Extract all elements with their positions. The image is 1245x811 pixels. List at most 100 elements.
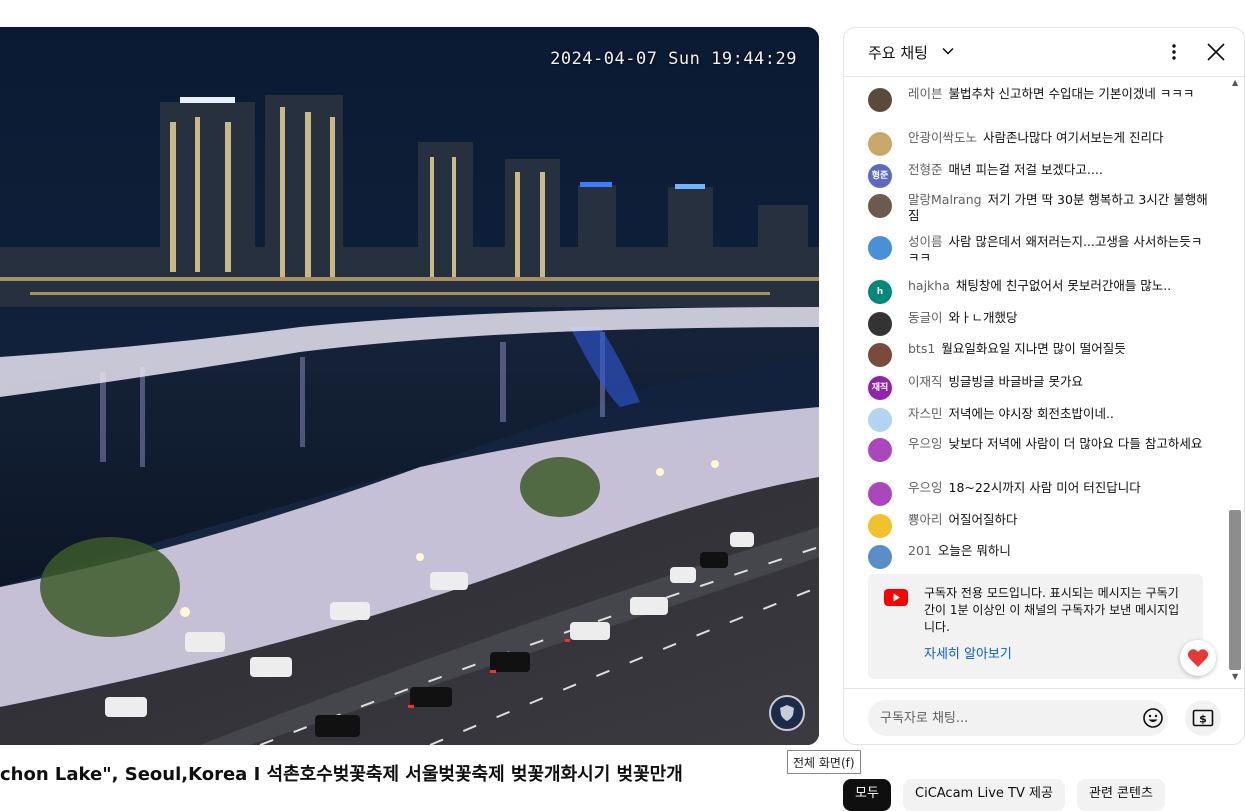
chip-related[interactable]: 관련 콘텐츠 [1077, 779, 1165, 811]
message-author[interactable]: 말랑Malrang [908, 192, 982, 207]
heart-icon [1187, 649, 1209, 667]
message-text: 저녁에는 야시장 회전초밥이네.. [948, 406, 1114, 421]
youtube-logo-icon [884, 589, 908, 606]
message-author[interactable]: 안광이싹도노 [908, 130, 977, 145]
chat-message: 성이름 사람 많은데서 왜저러는지...고생을 사서하는듯ㅋㅋㅋ [868, 234, 1208, 266]
chat-input-area: $ [844, 688, 1244, 744]
chat-message: 형준 전형준 매년 피는걸 저걸 보겠다고.... [868, 162, 1208, 188]
chat-message: 201 오늘은 뭐하니 [868, 543, 1208, 569]
subscriber-only-notice: 구독자 전용 모드입니다. 표시되는 메시지는 구독기간이 1분 이상인 이 채… [868, 574, 1203, 679]
message-author[interactable]: hajkha [908, 278, 950, 293]
scroll-up-arrow-icon[interactable]: ▲ [1232, 78, 1238, 87]
message-body: 안광이싹도노 사람존나많다 여기서보는게 진리다 [908, 130, 1208, 146]
chat-message: 뿅아리 어질어질하다 [868, 512, 1208, 538]
message-author[interactable]: 레이븐 [908, 86, 943, 101]
message-body: 우으잉 18~22시까지 사람 미어 터진답니다 [908, 480, 1208, 496]
svg-text:$: $ [1199, 713, 1207, 726]
avatar-initials: 재직 [871, 383, 889, 393]
message-author[interactable]: 자스민 [908, 406, 943, 421]
chat-message: h hajkha 채팅창에 친구없어서 못보러간애들 많노.. [868, 278, 1208, 304]
chat-message: 우으잉 18~22시까지 사람 미어 터진답니다 [868, 480, 1208, 506]
chat-message: 재직 이재직 빙글빙글 바글바글 못가요 [868, 374, 1208, 400]
live-chat-panel: 주요 채팅 레이븐 불법추차 신고하면 수입대는 기본이겠네 ㅋㅋㅋ 안광이싹도노 사… [843, 27, 1245, 745]
message-text: 18~22시까지 사람 미어 터진답니다 [948, 480, 1141, 495]
message-author[interactable]: 동글이 [908, 310, 943, 325]
fullscreen-tooltip: 전체 화면(f) [787, 750, 861, 774]
avatar[interactable] [868, 194, 892, 218]
scroll-down-arrow-icon[interactable]: ▼ [1232, 672, 1238, 681]
message-body: 뿅아리 어질어질하다 [908, 512, 1208, 528]
message-author[interactable]: 201 [908, 543, 932, 558]
message-author[interactable]: 우으잉 [908, 480, 943, 495]
avatar[interactable] [868, 482, 892, 506]
message-body: 이재직 빙글빙글 바글바글 못가요 [908, 374, 1208, 390]
message-body: 성이름 사람 많은데서 왜저러는지...고생을 사서하는듯ㅋㅋㅋ [908, 234, 1208, 266]
message-body: hajkha 채팅창에 친구없어서 못보러간애들 많노.. [908, 278, 1208, 294]
avatar[interactable] [868, 545, 892, 569]
channel-watermark-icon[interactable] [769, 695, 805, 731]
avatar-initials: h [876, 287, 884, 297]
avatar[interactable]: h [868, 280, 892, 304]
message-text: 사람존나많다 여기서보는게 진리다 [983, 130, 1164, 145]
avatar[interactable] [868, 236, 892, 260]
avatar[interactable] [868, 88, 892, 112]
message-text: 월요일화요일 지나면 많이 떨어질듯 [941, 341, 1126, 356]
video-player[interactable]: 2024-04-07 Sun 19:44:29 [0, 27, 819, 745]
notice-text: 구독자 전용 모드입니다. 표시되는 메시지는 구독기간이 1분 이상인 이 채… [924, 586, 1180, 634]
message-body: 우으잉 낮보다 저녁에 사람이 더 많아요 다들 참고하세요 [908, 436, 1208, 452]
message-author[interactable]: 우으잉 [908, 436, 943, 451]
message-text: 사람 많은데서 왜저러는지...고생을 사서하는듯ㅋㅋㅋ [908, 234, 1203, 265]
learn-more-link[interactable]: 자세히 알아보기 [924, 643, 1012, 662]
chevron-down-icon[interactable] [941, 44, 955, 58]
avatar[interactable]: 형준 [868, 164, 892, 188]
chat-message: 우으잉 낮보다 저녁에 사람이 더 많아요 다들 참고하세요 [868, 436, 1208, 462]
video-title: chon Lake", Seoul,Korea I 석촌호수벚꽃축제 서울벚꽃축… [0, 764, 683, 785]
money-icon: $ [1192, 709, 1214, 727]
chat-message: 동글이 와ㅏㄴ개했당 [868, 310, 1208, 336]
avatar[interactable]: 재직 [868, 376, 892, 400]
message-body: 말랑Malrang 저기 가면 딱 30분 행복하고 3시간 불행해짐 [908, 192, 1208, 224]
message-text: 불법추차 신고하면 수입대는 기본이겠네 ㅋㅋㅋ [948, 86, 1195, 101]
message-text: 오늘은 뭐하니 [937, 543, 1011, 558]
message-body: 레이븐 불법추차 신고하면 수입대는 기본이겠네 ㅋㅋㅋ [908, 86, 1208, 102]
chat-input[interactable] [868, 700, 1168, 736]
chip-all[interactable]: 모두 [843, 779, 891, 811]
avatar-initials: 형준 [871, 171, 889, 181]
message-author[interactable]: bts1 [908, 341, 935, 356]
message-text: 매년 피는걸 저걸 보겠다고.... [948, 162, 1103, 177]
message-body: 자스민 저녁에는 야시장 회전초밥이네.. [908, 406, 1208, 422]
emoji-icon[interactable] [1141, 706, 1165, 730]
message-body: 201 오늘은 뭐하니 [908, 543, 1208, 559]
message-author[interactable]: 성이름 [908, 234, 943, 249]
chip-channel[interactable]: CiCAcam Live TV 제공 [903, 779, 1065, 811]
chat-scrollbar[interactable] [1229, 510, 1241, 670]
message-text: 낮보다 저녁에 사람이 더 많아요 다들 참고하세요 [948, 436, 1203, 451]
livestream-frame [0, 27, 819, 745]
chat-header: 주요 채팅 [844, 28, 1244, 77]
message-body: 전형준 매년 피는걸 저걸 보겠다고.... [908, 162, 1208, 178]
message-text: 빙글빙글 바글바글 못가요 [948, 374, 1083, 389]
super-chat-button[interactable]: $ [1185, 700, 1221, 736]
message-author[interactable]: 뿅아리 [908, 512, 943, 527]
more-vert-icon[interactable] [1162, 40, 1186, 64]
message-body: bts1 월요일화요일 지나면 많이 떨어질듯 [908, 341, 1208, 357]
avatar[interactable] [868, 408, 892, 432]
chat-message: 안광이싹도노 사람존나많다 여기서보는게 진리다 [868, 130, 1208, 156]
avatar[interactable] [868, 132, 892, 156]
chat-message: 레이븐 불법추차 신고하면 수입대는 기본이겠네 ㅋㅋㅋ [868, 86, 1208, 112]
reaction-heart-button[interactable] [1180, 640, 1216, 676]
avatar[interactable] [868, 343, 892, 367]
chat-mode-dropdown[interactable]: 주요 채팅 [868, 42, 928, 63]
message-author[interactable]: 이재직 [908, 374, 943, 389]
chat-message: 자스민 저녁에는 야시장 회전초밥이네.. [868, 406, 1208, 432]
avatar[interactable] [868, 514, 892, 538]
chat-message: 말랑Malrang 저기 가면 딱 30분 행복하고 3시간 불행해짐 [868, 192, 1208, 224]
avatar[interactable] [868, 312, 892, 336]
avatar[interactable] [868, 438, 892, 462]
message-author[interactable]: 전형준 [908, 162, 943, 177]
message-text: 와ㅏㄴ개했당 [948, 310, 1018, 325]
close-icon[interactable] [1204, 40, 1228, 64]
message-text: 어질어질하다 [948, 512, 1018, 527]
video-timestamp: 2024-04-07 Sun 19:44:29 [550, 49, 797, 69]
message-body: 동글이 와ㅏㄴ개했당 [908, 310, 1208, 326]
